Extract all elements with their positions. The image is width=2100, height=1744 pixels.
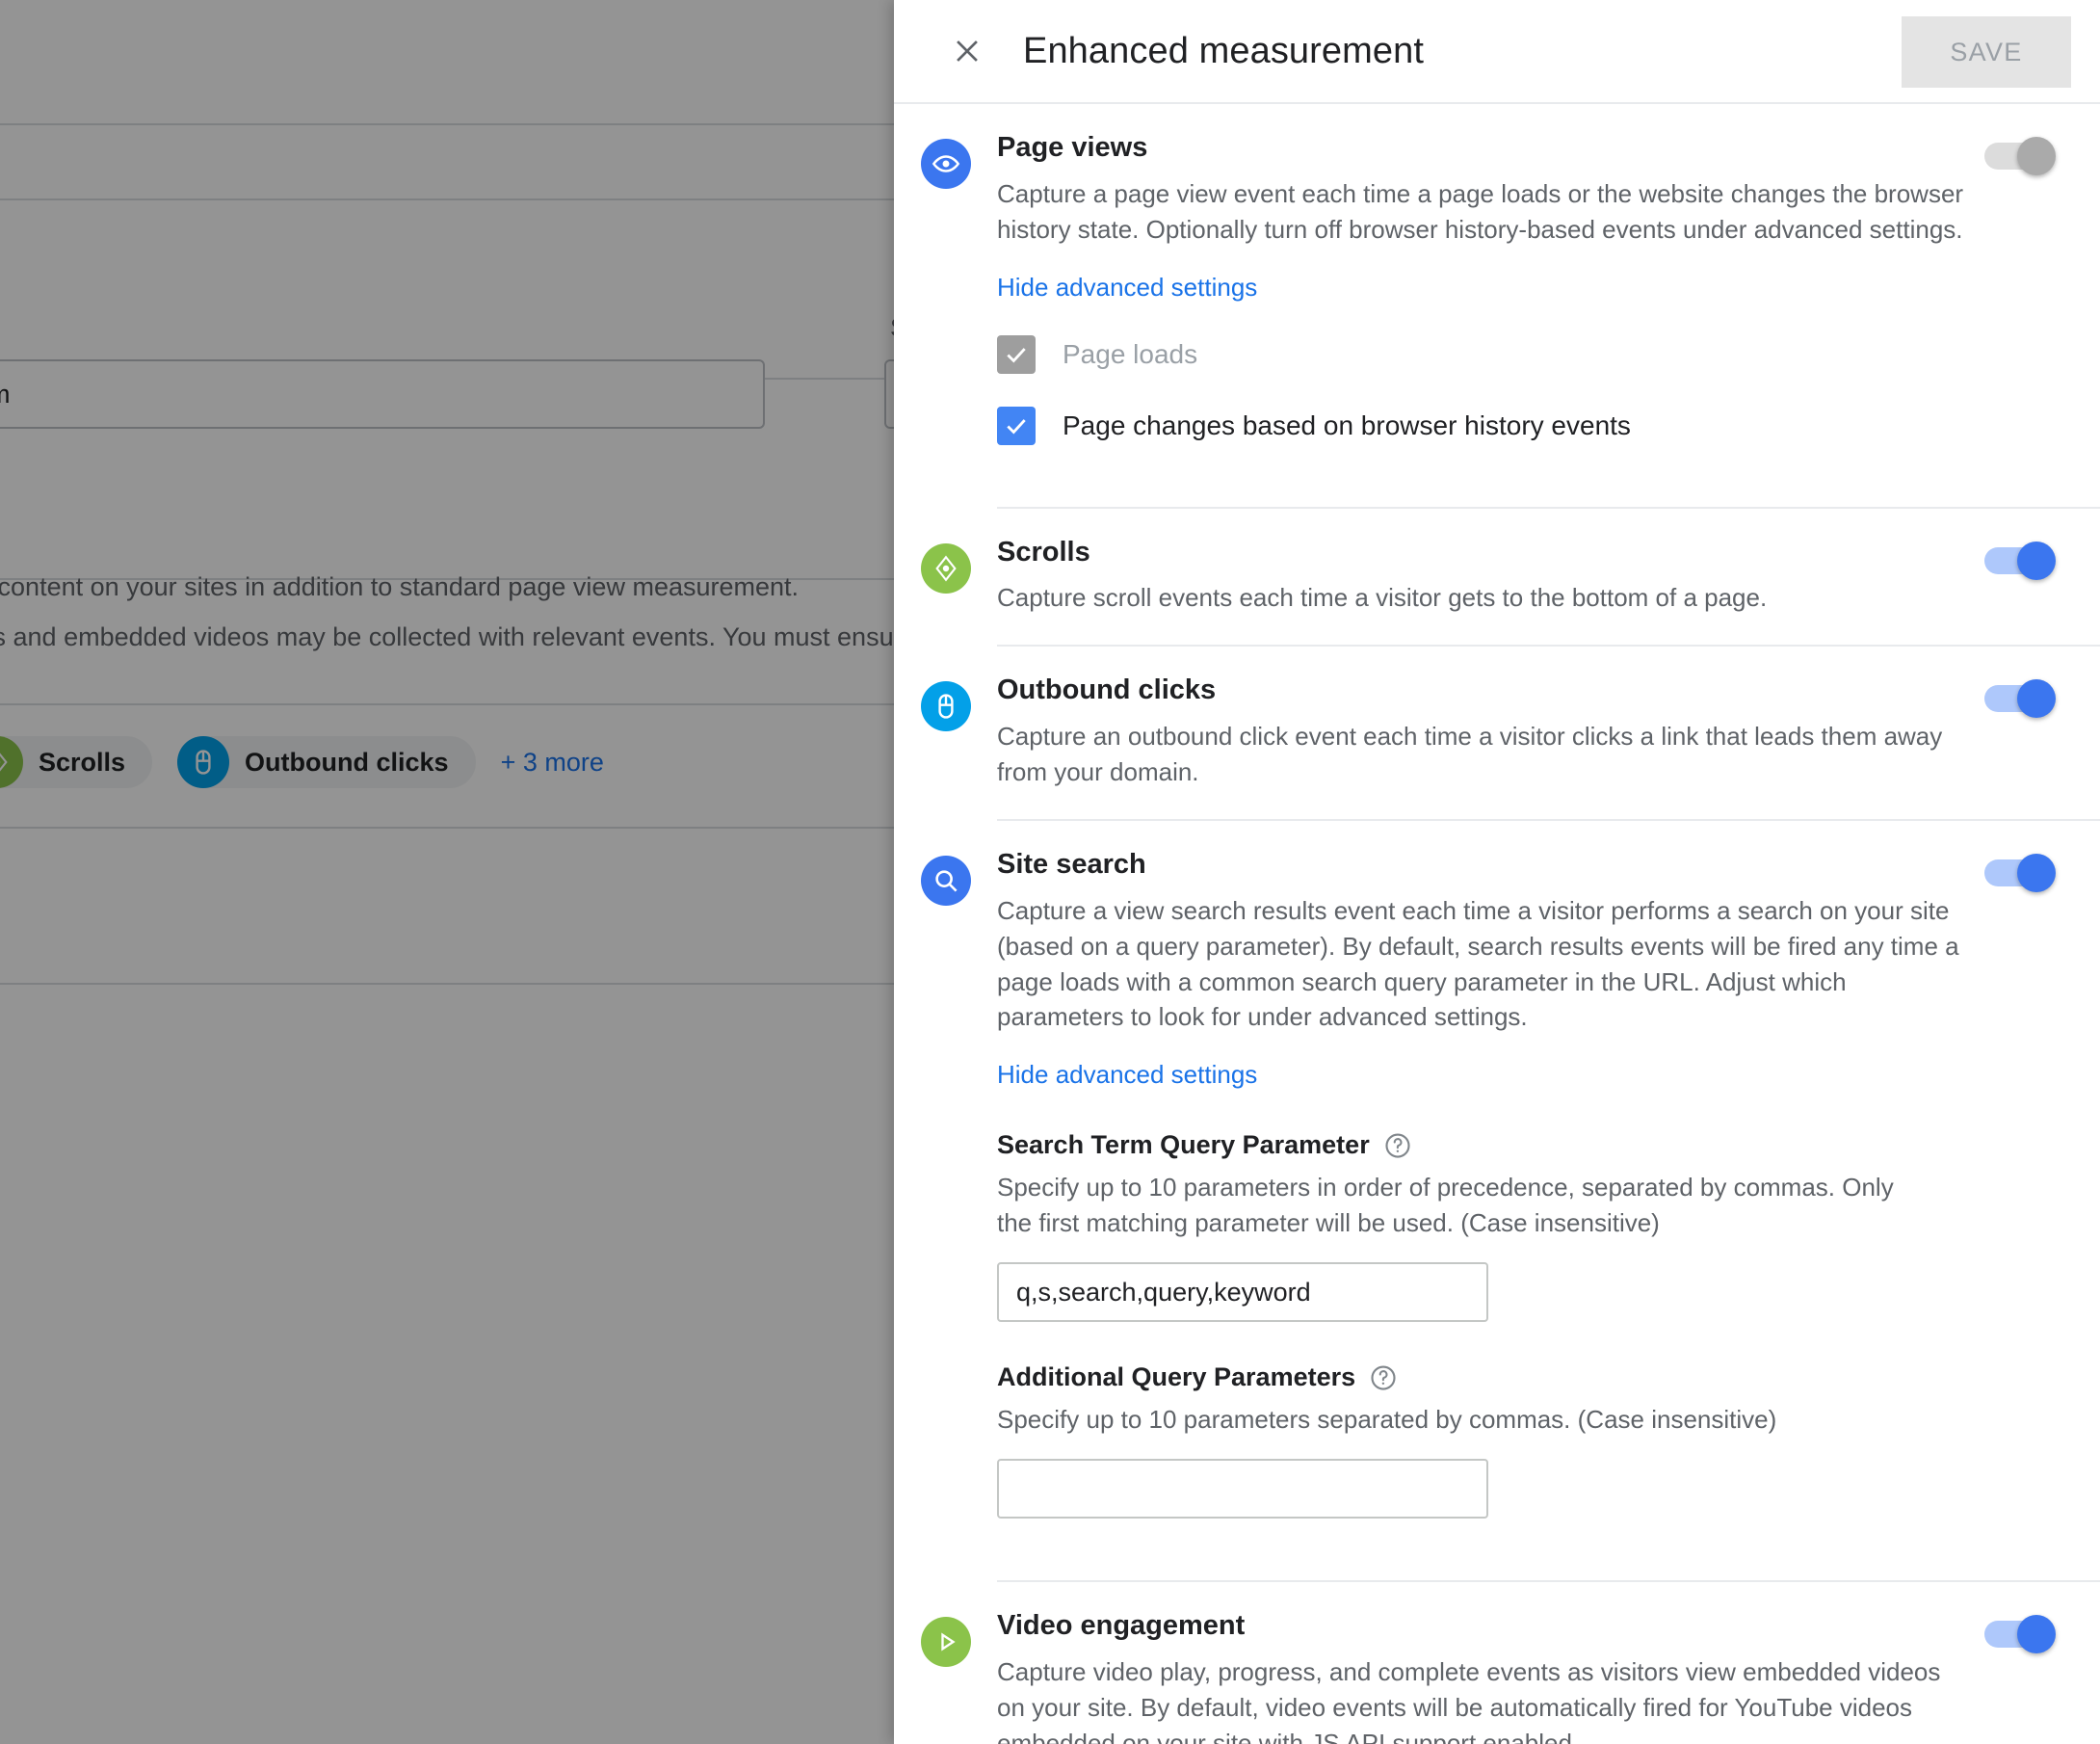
eye-icon [920, 139, 971, 189]
scrolls-icon [920, 542, 971, 594]
description-post: enabled. [1476, 1728, 1580, 1744]
icon-column [894, 536, 997, 646]
feature-description: Capture video play, progress, and comple… [997, 1654, 1970, 1744]
check-icon [1007, 418, 1026, 435]
field-help-text: Specify up to 10 parameters separated by… [997, 1405, 1777, 1435]
feature-site-search: Site search Capture a view search result… [920, 818, 2100, 1580]
checkbox-row-page-changes: Page changes based on browser history ev… [997, 406, 1975, 445]
icon-column [894, 1609, 997, 1744]
screenshot-root: m S nd content on your sites in addition… [0, 0, 2100, 1744]
page-title: Enhanced measurement [1023, 30, 1425, 71]
page-changes-checkbox[interactable] [997, 406, 1036, 445]
field-label: Search Term Query Parameter [997, 1130, 1370, 1160]
toggle-knob [2017, 1615, 2056, 1654]
help-circle-icon[interactable] [1369, 1363, 1398, 1392]
toggle-column [1984, 137, 2071, 185]
field-additional-query-parameters: Additional Query Parameters Specify up t… [997, 1362, 1975, 1519]
page-loads-label: Page loads [1063, 338, 1198, 369]
feature-title: Scrolls [997, 536, 1090, 568]
additional-query-parameters-input[interactable] [997, 1459, 1488, 1519]
feature-page-views: Page views Capture a page view event eac… [894, 104, 2100, 507]
check-icon [1007, 347, 1026, 363]
feature-description: Capture a view search results event each… [997, 895, 1959, 1032]
feature-title: Site search [997, 848, 1146, 880]
field-help-text: Specify up to 10 parameters in order of … [997, 1173, 1894, 1238]
toggle-knob [2017, 137, 2056, 175]
enhanced-measurement-panel: Enhanced measurement SAVE Page views Cap… [894, 0, 2100, 1744]
toggle-knob [2017, 853, 2056, 892]
icon-column [894, 674, 997, 819]
page-loads-checkbox [997, 334, 1036, 374]
save-button[interactable]: SAVE [1902, 16, 2071, 88]
feature-content: Page views Capture a page view event eac… [997, 131, 2100, 507]
checkbox-row-page-loads: Page loads [997, 334, 1975, 374]
toggle-knob [2017, 679, 2056, 719]
feature-content: Site search Capture a view search result… [997, 848, 2100, 1580]
toggle-column [1984, 541, 2071, 590]
feature-scrolls: Scrolls Capture scroll events each time … [920, 506, 2100, 646]
outbound-clicks-toggle[interactable] [1984, 679, 2058, 719]
panel-header: Enhanced measurement SAVE [894, 0, 2100, 104]
toggle-knob [2017, 541, 2056, 580]
help-circle-icon[interactable] [1383, 1131, 1412, 1160]
feature-description: Capture a page view event each time a pa… [997, 178, 1964, 244]
feature-title: Video engagement [997, 1610, 1246, 1642]
video-engagement-toggle[interactable] [1984, 1615, 2058, 1654]
feature-title: Outbound clicks [997, 674, 1217, 706]
icon-column [894, 848, 997, 1580]
field-search-term-query-parameter: Search Term Query Parameter Specify up t… [997, 1130, 1975, 1323]
scrolls-toggle[interactable] [1984, 541, 2058, 580]
search-icon [920, 855, 971, 906]
feature-description: Capture scroll events each time a visito… [997, 583, 1768, 613]
feature-content: Video engagement Capture video play, pro… [997, 1609, 2100, 1744]
field-label: Additional Query Parameters [997, 1362, 1356, 1392]
js-api-support-link[interactable]: JS API support [1310, 1729, 1476, 1744]
toggle-column [1984, 679, 2071, 727]
site-search-toggle[interactable] [1984, 853, 2058, 892]
play-icon [920, 1617, 971, 1668]
feature-title: Page views [997, 132, 1148, 163]
icon-column [894, 131, 997, 507]
feature-description: Capture an outbound click event each tim… [997, 722, 1943, 787]
toggle-column [1984, 1615, 2071, 1663]
toggle-advanced-settings-link[interactable]: Hide advanced settings [997, 1060, 1257, 1090]
feature-content: Scrolls Capture scroll events each time … [997, 536, 2100, 646]
close-icon [957, 40, 978, 62]
page-changes-label: Page changes based on browser history ev… [1063, 410, 1631, 440]
close-button[interactable] [936, 20, 998, 82]
panel-body[interactable]: Page views Capture a page view event eac… [894, 104, 2100, 1744]
feature-content: Outbound clicks Capture an outbound clic… [997, 674, 2100, 819]
toggle-advanced-settings-link[interactable]: Hide advanced settings [997, 273, 1257, 303]
page-views-toggle [1984, 137, 2058, 175]
search-term-query-parameter-input[interactable] [997, 1262, 1488, 1323]
feature-outbound-clicks: Outbound clicks Capture an outbound clic… [920, 645, 2100, 819]
mouse-icon [920, 681, 971, 732]
feature-video-engagement: Video engagement Capture video play, pro… [920, 1580, 2100, 1744]
toggle-column [1984, 853, 2071, 902]
